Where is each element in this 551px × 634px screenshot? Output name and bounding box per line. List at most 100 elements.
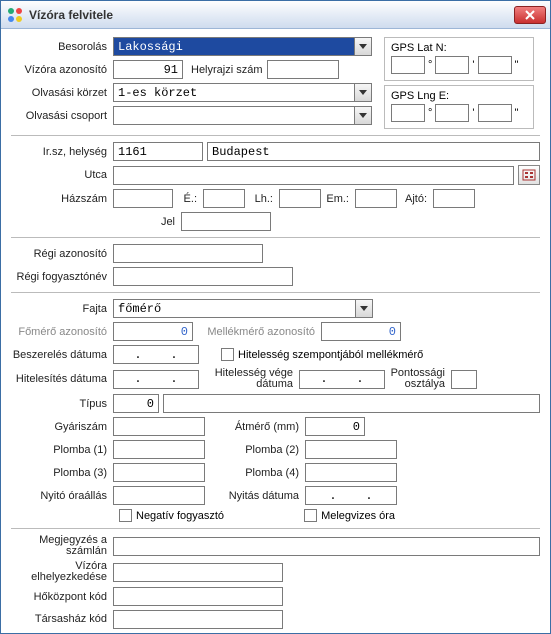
label-olvasasi-csoport: Olvasási csoport: [11, 110, 113, 122]
hazszam-input[interactable]: [113, 189, 173, 208]
utca-input[interactable]: [113, 166, 514, 185]
atmero-input[interactable]: [305, 417, 365, 436]
gyariszam-input[interactable]: [113, 417, 205, 436]
label-hitelesites-datuma: Hitelesítés dátuma: [11, 373, 113, 385]
hitelesseg-checkbox[interactable]: [221, 348, 234, 361]
dropdown-icon[interactable]: [354, 107, 371, 124]
label-regi-fogyasztonev: Régi fogyasztónév: [11, 271, 113, 283]
ajto-input[interactable]: [433, 189, 475, 208]
hitelesites-input[interactable]: [113, 370, 199, 389]
utca-lookup-button[interactable]: [518, 165, 540, 185]
window-title: Vízóra felvitele: [29, 8, 514, 22]
label-pontossag: Pontossági osztálya: [385, 368, 451, 390]
gps-lat-deg-input[interactable]: [391, 56, 425, 74]
label-gyariszam: Gyáriszám: [11, 421, 113, 433]
negativ-fogyaszto-checkbox[interactable]: [119, 509, 132, 522]
helyrajzi-input[interactable]: [267, 60, 339, 79]
label-atmero: Átmérő (mm): [205, 421, 305, 433]
label-plomba3: Plomba (3): [11, 467, 113, 479]
pontossag-input[interactable]: [451, 370, 477, 389]
fomero-azonosito-input: [113, 322, 193, 341]
label-helyrajzi: Helyrajzi szám: [183, 64, 267, 76]
epulet-input[interactable]: [203, 189, 245, 208]
tipus-text-input[interactable]: [163, 394, 540, 413]
hokozpont-input[interactable]: [113, 587, 283, 606]
besorolas-value: Lakossági: [114, 38, 354, 55]
label-lh: Lh.:: [245, 193, 279, 205]
label-utca: Utca: [11, 169, 113, 181]
tarsashaz-input[interactable]: [113, 610, 283, 629]
melegvizes-checkbox[interactable]: [304, 509, 317, 522]
elhelyezkedes-input[interactable]: [113, 563, 283, 582]
megjegyzes-input[interactable]: [113, 537, 540, 556]
label-gps-lng: GPS Lng E:: [391, 90, 527, 102]
plomba4-input[interactable]: [305, 463, 397, 482]
gps-sec-symbol: ": [515, 107, 519, 119]
olvasasi-csoport-value: [114, 107, 354, 124]
plomba3-input[interactable]: [113, 463, 205, 482]
label-mellekmero-azonosito: Mellékmérő azonosító: [193, 326, 321, 338]
label-em: Em.:: [321, 193, 355, 205]
regi-azonosito-input[interactable]: [113, 244, 263, 263]
gps-sec-symbol: ": [515, 59, 519, 71]
nyito-oraallas-input[interactable]: [113, 486, 205, 505]
close-button[interactable]: [514, 6, 546, 24]
label-vizora-azonosito: Vízóra azonosító: [11, 64, 113, 76]
gps-lat-min-input[interactable]: [435, 56, 469, 74]
plomba1-input[interactable]: [113, 440, 205, 459]
dropdown-icon[interactable]: [354, 38, 371, 55]
nyitas-datuma-input[interactable]: [305, 486, 397, 505]
label-tarsashaz: Társasház kód: [11, 614, 113, 625]
olvasasi-korzet-select[interactable]: 1-es körzet: [113, 83, 372, 102]
label-negativ-fogyaszto: Negatív fogyasztó: [136, 510, 224, 522]
gps-lng-deg-input[interactable]: [391, 104, 425, 122]
tipus-input[interactable]: [113, 394, 159, 413]
label-plomba4: Plomba (4): [205, 467, 305, 479]
label-plomba2: Plomba (2): [205, 444, 305, 456]
em-input[interactable]: [355, 189, 397, 208]
hitelesseg-vege-input[interactable]: [299, 370, 385, 389]
titlebar: Vízóra felvitele: [1, 1, 550, 29]
label-nyito-oraallas: Nyitó óraállás: [11, 490, 113, 502]
gps-lng-min-input[interactable]: [435, 104, 469, 122]
olvasasi-csoport-select[interactable]: [113, 106, 372, 125]
gps-lat-sec-input[interactable]: [478, 56, 512, 74]
regi-fogyasztonev-input[interactable]: [113, 267, 293, 286]
fajta-select[interactable]: főmérő: [113, 299, 373, 318]
gps-deg-symbol: °: [428, 107, 432, 119]
label-irsz-helyseg: Ir.sz, helység: [11, 146, 113, 158]
label-regi-azonosito: Régi azonosító: [11, 248, 113, 260]
vizora-azonosito-input[interactable]: [113, 60, 183, 79]
dropdown-icon[interactable]: [355, 300, 372, 317]
gps-deg-symbol: °: [428, 59, 432, 71]
beszereles-input[interactable]: [113, 345, 199, 364]
app-icon: [7, 7, 23, 23]
plomba2-input[interactable]: [305, 440, 397, 459]
label-hitelesseg-chk: Hitelesség szempontjából mellékmérő: [238, 349, 423, 361]
label-tipus: Típus: [11, 398, 113, 410]
label-ajto: Ajtó:: [397, 193, 433, 205]
label-gps-lat: GPS Lat N:: [391, 42, 527, 54]
gps-min-symbol: ': [472, 59, 474, 71]
label-fajta: Fajta: [11, 303, 113, 315]
label-epulet: É.:: [173, 193, 203, 205]
gps-min-symbol: ': [472, 107, 474, 119]
helyseg-input[interactable]: [207, 142, 540, 161]
label-plomba1: Plomba (1): [11, 444, 113, 456]
label-hazszam: Házszám: [11, 193, 113, 205]
besorolas-select[interactable]: Lakossági: [113, 37, 372, 56]
olvasasi-korzet-value: 1-es körzet: [114, 84, 354, 101]
label-fomero-azonosito: Főmérő azonosító: [11, 326, 113, 338]
lh-input[interactable]: [279, 189, 321, 208]
jel-input[interactable]: [181, 212, 271, 231]
fajta-value: főmérő: [114, 300, 355, 317]
label-elhelyezkedes: Vízóra elhelyezkedése: [11, 561, 113, 583]
label-megjegyzes: Megjegyzés a számlán: [11, 535, 113, 557]
irsz-input[interactable]: [113, 142, 203, 161]
label-melegvizes: Melegvizes óra: [321, 510, 395, 522]
label-olvasasi-korzet: Olvasási körzet: [11, 87, 113, 99]
label-jel: Jel: [11, 216, 181, 228]
label-nyitas-datuma: Nyitás dátuma: [205, 490, 305, 502]
dropdown-icon[interactable]: [354, 84, 371, 101]
gps-lng-sec-input[interactable]: [478, 104, 512, 122]
